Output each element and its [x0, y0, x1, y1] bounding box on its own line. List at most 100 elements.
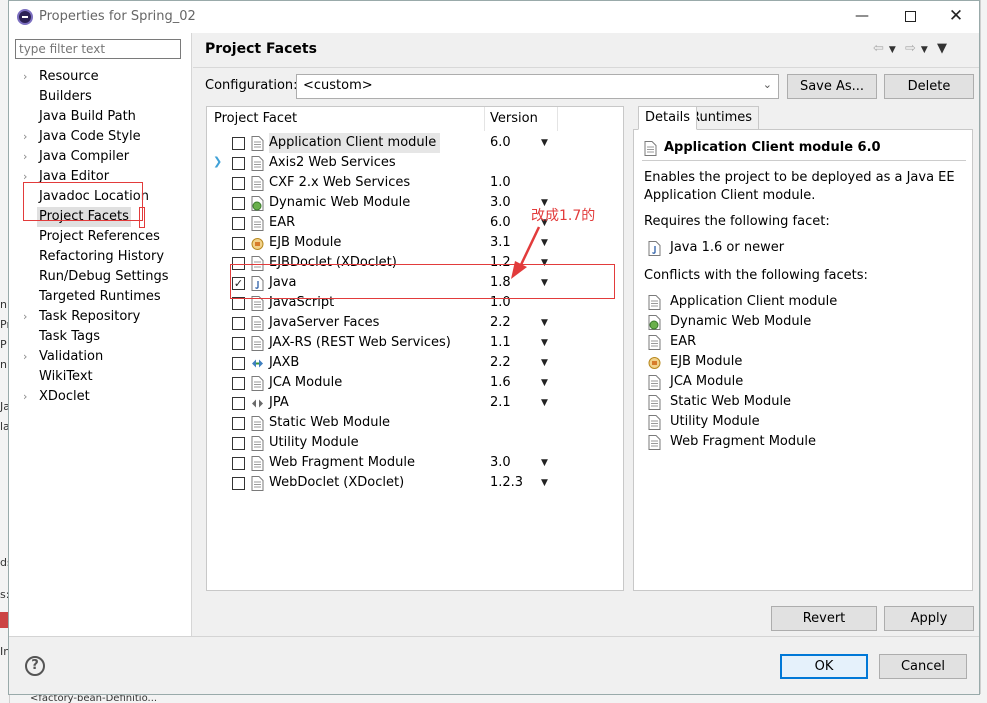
- details-description: Enables the project to be deployed as a …: [644, 170, 955, 203]
- version-dropdown-icon[interactable]: ▼: [541, 453, 548, 473]
- facet-row[interactable]: Web Fragment Module 3.0 ▼: [207, 453, 623, 473]
- version-dropdown-icon[interactable]: ▼: [541, 333, 548, 353]
- facet-name: EAR: [269, 215, 296, 230]
- facet-checkbox[interactable]: [232, 177, 245, 190]
- background-editor-text: <factory-bean-Definitio...: [10, 694, 987, 703]
- facet-row[interactable]: EJB Module 3.1 ▼: [207, 233, 623, 253]
- tree-item-validation[interactable]: Validation: [39, 347, 103, 367]
- page-icon: [251, 136, 264, 151]
- tree-item-builders[interactable]: Builders: [39, 87, 92, 107]
- conflicts-label: Conflicts with the following facets:: [644, 268, 868, 283]
- version-dropdown-icon[interactable]: ▼: [541, 313, 548, 333]
- back-arrow-icon[interactable]: ⇦: [873, 41, 884, 56]
- chevron-right-icon[interactable]: ›: [23, 347, 27, 367]
- bean-icon: [648, 357, 661, 369]
- facet-checkbox[interactable]: [232, 437, 245, 450]
- page-icon: [251, 436, 264, 451]
- facet-checkbox[interactable]: [232, 197, 245, 210]
- facet-row[interactable]: Utility Module: [207, 433, 623, 453]
- configuration-select[interactable]: <custom> ⌄: [296, 74, 779, 99]
- facet-checkbox[interactable]: [232, 137, 245, 150]
- back-menu-icon[interactable]: ▼: [889, 45, 896, 55]
- facet-name: Static Web Module: [269, 415, 391, 430]
- facet-row[interactable]: Application Client module 6.0 ▼: [207, 133, 623, 153]
- facet-version: 2.2: [490, 355, 511, 370]
- version-dropdown-icon[interactable]: ▼: [541, 353, 548, 373]
- facet-version: 2.1: [490, 395, 511, 410]
- tree-item-task-repository[interactable]: Task Repository: [39, 307, 140, 327]
- maximize-icon: [904, 10, 916, 22]
- chevron-right-icon[interactable]: ›: [23, 387, 27, 407]
- tree-item-java-compiler[interactable]: Java Compiler: [39, 147, 129, 167]
- cancel-button[interactable]: Cancel: [879, 654, 967, 679]
- chevron-right-icon[interactable]: ›: [23, 147, 27, 167]
- tree-item-resource[interactable]: Resource: [39, 67, 99, 87]
- forward-menu-icon[interactable]: ▼: [921, 45, 928, 55]
- chevron-right-icon[interactable]: ›: [23, 67, 27, 87]
- version-dropdown-icon[interactable]: ▼: [541, 473, 548, 493]
- save-as-button[interactable]: Save As...: [787, 74, 877, 99]
- page-icon: [648, 375, 661, 390]
- facet-row[interactable]: CXF 2.x Web Services 1.0: [207, 173, 623, 193]
- details-body: Application Client module 6.0 Enables th…: [633, 129, 973, 591]
- facet-checkbox[interactable]: [232, 357, 245, 370]
- facet-checkbox[interactable]: [232, 477, 245, 490]
- tree-item-targeted-runtimes[interactable]: Targeted Runtimes: [39, 287, 161, 307]
- page-icon: [251, 156, 264, 171]
- facet-checkbox[interactable]: [232, 397, 245, 410]
- facet-checkbox[interactable]: [232, 157, 245, 170]
- column-header-facet[interactable]: Project Facet: [214, 109, 297, 129]
- facet-row[interactable]: JPA 2.1 ▼: [207, 393, 623, 413]
- facet-checkbox[interactable]: [232, 237, 245, 250]
- page-icon: [644, 141, 657, 156]
- tree-item-java-build-path[interactable]: Java Build Path: [39, 107, 136, 127]
- facet-checkbox[interactable]: [232, 317, 245, 330]
- facet-row[interactable]: JCA Module 1.6 ▼: [207, 373, 623, 393]
- chevron-right-icon[interactable]: ›: [23, 307, 27, 327]
- revert-button[interactable]: Revert: [771, 606, 877, 631]
- version-dropdown-icon[interactable]: ▼: [541, 133, 548, 153]
- minimize-button[interactable]: —: [839, 1, 885, 31]
- tree-item-refactoring-history[interactable]: Refactoring History: [39, 247, 164, 267]
- facet-row[interactable]: JAXB 2.2 ▼: [207, 353, 623, 373]
- close-button[interactable]: ✕: [933, 1, 979, 31]
- facet-row[interactable]: Static Web Module: [207, 413, 623, 433]
- facet-row[interactable]: JAX-RS (REST Web Services) 1.1 ▼: [207, 333, 623, 353]
- globe-page-icon: [251, 196, 264, 211]
- facet-checkbox[interactable]: [232, 417, 245, 430]
- tree-item-java-code-style[interactable]: Java Code Style: [39, 127, 141, 147]
- tree-item-project-references[interactable]: Project References: [39, 227, 160, 247]
- facet-version: 1.0: [490, 175, 511, 190]
- nav-toolbar: ⇦ ▼ ⇨ ▼ ▼: [873, 41, 952, 56]
- facet-row[interactable]: WebDoclet (XDoclet) 1.2.3 ▼: [207, 473, 623, 493]
- delete-button[interactable]: Delete: [884, 74, 974, 99]
- facet-checkbox[interactable]: [232, 457, 245, 470]
- ok-button[interactable]: OK: [780, 654, 868, 679]
- version-dropdown-icon[interactable]: ▼: [541, 373, 548, 393]
- chevron-right-icon[interactable]: ❯: [213, 155, 222, 168]
- bean-icon: [251, 238, 264, 250]
- facet-checkbox[interactable]: [232, 217, 245, 230]
- facets-table: Project Facet Version Application Client…: [206, 106, 624, 591]
- forward-arrow-icon[interactable]: ⇨: [905, 41, 916, 56]
- conflict-item: Static Web Module: [670, 394, 792, 409]
- help-icon[interactable]: ?: [25, 656, 45, 676]
- tree-item-run-debug-settings[interactable]: Run/Debug Settings: [39, 267, 169, 287]
- facet-checkbox[interactable]: [232, 377, 245, 390]
- facet-checkbox[interactable]: [232, 337, 245, 350]
- facet-name: JPA: [269, 395, 289, 410]
- tree-item-wikitext[interactable]: WikiText: [39, 367, 93, 387]
- facet-row[interactable]: ❯ Axis2 Web Services: [207, 153, 623, 173]
- column-header-version[interactable]: Version: [490, 109, 538, 129]
- tab-details[interactable]: Details: [638, 106, 698, 130]
- facet-row[interactable]: JavaServer Faces 2.2 ▼: [207, 313, 623, 333]
- maximize-button[interactable]: [887, 1, 933, 31]
- filter-input[interactable]: [15, 39, 181, 59]
- view-menu-icon[interactable]: ▼: [937, 41, 947, 56]
- tree-item-xdoclet[interactable]: XDoclet: [39, 387, 90, 407]
- apply-button[interactable]: Apply: [884, 606, 974, 631]
- tree-item-task-tags[interactable]: Task Tags: [39, 327, 100, 347]
- chevron-right-icon[interactable]: ›: [23, 127, 27, 147]
- close-icon: ✕: [948, 6, 964, 26]
- version-dropdown-icon[interactable]: ▼: [541, 393, 548, 413]
